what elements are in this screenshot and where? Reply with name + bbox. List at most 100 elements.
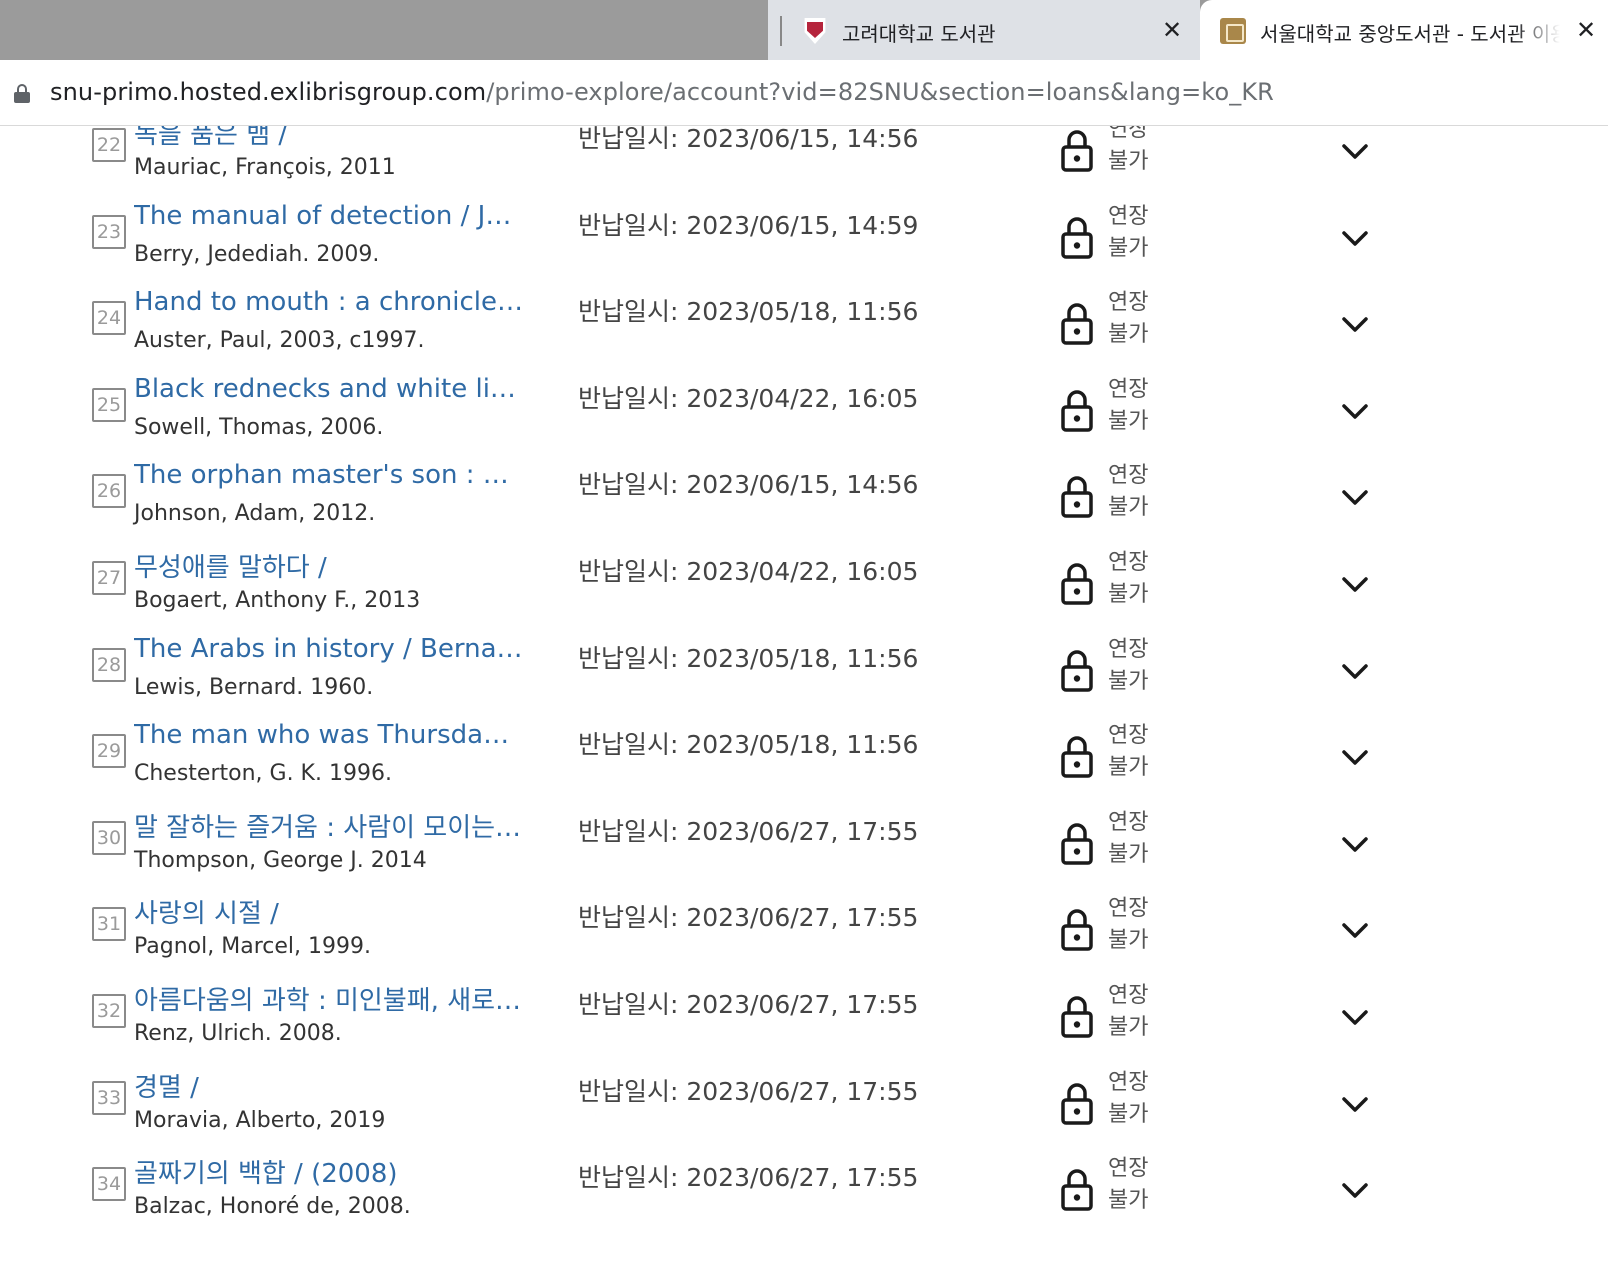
loan-due-date: 반납일시: 2023/06/27, 17:55 xyxy=(578,903,919,933)
loan-row: 23 The manual of detection / Jedediah Ber… xyxy=(0,201,1608,290)
ku-shield-icon xyxy=(804,18,826,44)
loan-title-link[interactable]: 골짜기의 백합 / (2008) xyxy=(134,1153,524,1190)
renewal-status-line1: 연장 xyxy=(1108,896,1149,922)
renewal-status-line2: 불가 xyxy=(1108,408,1149,434)
browser-tab-snu-library[interactable]: 서울대학교 중앙도서관 - 도서관 이용 ✕ xyxy=(1200,0,1608,60)
loan-title-link[interactable]: 아름다움의 과학 : 미인불패, 새로운 권력의 발견 xyxy=(134,980,524,1017)
chevron-down-icon[interactable] xyxy=(1340,1007,1370,1029)
renewal-status-line2: 불가 xyxy=(1108,582,1149,607)
chevron-down-icon[interactable] xyxy=(1340,487,1370,509)
loan-due-date: 반납일시: 2023/06/27, 17:55 xyxy=(578,1163,919,1193)
lock-icon xyxy=(1060,388,1094,432)
loan-title-link[interactable]: 녹을 품은 뱀 / xyxy=(134,126,524,151)
close-icon[interactable]: ✕ xyxy=(1162,16,1182,44)
lock-icon xyxy=(1060,301,1094,345)
loan-row: 27 무성애를 말하다 / Bogaert, Anthony F., 2013 반납일… xyxy=(0,547,1608,636)
loan-author: Pagnol, Marcel, 1999. xyxy=(134,934,371,960)
loan-author: Lewis, Bernard. 1960. xyxy=(134,674,374,700)
renewal-status: 연장 불가 xyxy=(1108,634,1158,698)
lock-icon xyxy=(1060,474,1094,519)
item-number: 32 xyxy=(92,994,126,1028)
loan-title-link[interactable]: The orphan master's son : a novel xyxy=(134,460,524,490)
loan-due-date: 반납일시: 2023/05/18, 11:56 xyxy=(578,730,919,760)
loan-due-date: 반납일시: 2023/04/22, 16:05 xyxy=(578,383,919,413)
renewal-status: 연장 불가 xyxy=(1108,720,1158,784)
renewal-status: 연장불가 xyxy=(1108,287,1158,351)
renewal-status-line2: 불가 xyxy=(1108,235,1149,261)
item-number: 26 xyxy=(92,474,126,509)
loan-author: Berry, Jedediah. 2009. xyxy=(134,241,380,267)
loan-title-link[interactable]: The man who was Thursday, a nightmare xyxy=(134,720,524,750)
renewal-status: 연장 불가 xyxy=(1108,807,1158,871)
loan-author: Chesterton, G. K. 1996. xyxy=(134,761,392,787)
chevron-down-icon[interactable] xyxy=(1340,834,1370,856)
renewal-status-line1: 연장 xyxy=(1108,1069,1149,1095)
chevron-down-icon[interactable] xyxy=(1340,314,1370,336)
secure-lock-icon[interactable] xyxy=(14,84,30,103)
loan-title-link[interactable]: The Arabs in history / Bernard Lewis. xyxy=(134,634,524,664)
renewal-status-line2: 불가 xyxy=(1108,149,1149,174)
loan-author: Balzac, Honoré de, 2008. xyxy=(134,1194,411,1220)
chevron-down-icon[interactable] xyxy=(1340,574,1370,596)
url-path: /primo-explore/account?vid=82SNU&section… xyxy=(486,78,1274,106)
renewal-status: 연장 불가 xyxy=(1108,547,1158,611)
chevron-down-icon[interactable] xyxy=(1340,920,1370,942)
loan-title-link[interactable]: Hand to mouth : a chronicle of early fai… xyxy=(134,287,524,317)
loan-row: 30말 잘하는 즐거움 : 사람이 모이는 대화법 Thompson, Georg… xyxy=(0,807,1608,896)
lock-icon xyxy=(1060,994,1094,1038)
chevron-down-icon[interactable] xyxy=(1340,661,1370,683)
loan-row: 25 Black rednecks and white liberals Sowel… xyxy=(0,374,1608,463)
tab-separator xyxy=(780,16,782,46)
renewal-status-line1: 연장 xyxy=(1108,983,1149,1008)
chevron-down-icon[interactable] xyxy=(1340,1094,1370,1116)
renewal-status-line1: 연장 xyxy=(1108,463,1149,489)
loan-due-date: 반납일시: 2023/06/27, 17:55 xyxy=(578,990,919,1019)
loan-due-date: 반납일시: 2023/06/15, 14:56 xyxy=(578,470,919,500)
loan-author: Moravia, Alberto, 2019 xyxy=(134,1107,386,1133)
chevron-down-icon[interactable] xyxy=(1340,228,1370,250)
loan-row: 28 The Arabs in history / Bernard Lewis. L… xyxy=(0,634,1608,723)
chevron-down-icon[interactable] xyxy=(1340,1180,1370,1202)
item-number: 29 xyxy=(92,734,126,769)
chevron-down-icon[interactable] xyxy=(1340,141,1370,163)
item-number: 23 xyxy=(92,214,126,249)
item-number: 33 xyxy=(92,1080,126,1115)
item-number: 27 xyxy=(92,561,126,595)
renewal-status-line2: 불가 xyxy=(1108,841,1149,867)
loan-author: Mauriac, François, 2011 xyxy=(134,155,396,180)
renewal-status-line2: 불가 xyxy=(1108,755,1149,781)
renewal-status: 연장 불가 xyxy=(1108,374,1158,438)
renewal-status-line1: 연장 xyxy=(1108,1156,1149,1182)
item-number: 22 xyxy=(92,128,126,162)
loan-title-link[interactable]: 경멸 / xyxy=(134,1067,524,1104)
loan-title-link[interactable]: 무성애를 말하다 / xyxy=(134,547,524,584)
close-icon[interactable]: ✕ xyxy=(1576,16,1596,44)
loan-row: 26 The orphan master's son : a novel Johns… xyxy=(0,460,1608,549)
browser-tab-korea-univ-library[interactable]: 고려대학교 도서관 ✕ xyxy=(768,0,1200,60)
loan-author: Sowell, Thomas, 2006. xyxy=(134,414,384,440)
loan-due-date: 반납일시: 2023/06/27, 17:55 xyxy=(578,816,919,846)
loan-title-link[interactable]: The manual of detection / Jedediah Berry… xyxy=(134,201,524,231)
renewal-status-line1: 연장 xyxy=(1108,290,1149,316)
item-number: 28 xyxy=(92,647,126,682)
chevron-down-icon[interactable] xyxy=(1340,747,1370,769)
url-text[interactable]: snu-primo.hosted.exlibrisgroup.com/primo… xyxy=(50,78,1274,106)
loan-title-link[interactable]: 사랑의 시절 / xyxy=(134,893,524,930)
lock-icon xyxy=(1060,821,1094,865)
loan-author: Bogaert, Anthony F., 2013 xyxy=(134,588,421,613)
renewal-status: 연장불가 xyxy=(1108,980,1158,1044)
item-number: 30 xyxy=(92,820,126,855)
renewal-status-line2: 불가 xyxy=(1108,1015,1149,1040)
loan-title-link[interactable]: Black rednecks and white liberals xyxy=(134,374,524,404)
loan-row: 22 녹을 품은 뱀 / Mauriac, François, 2011 반납일시: … xyxy=(0,126,1608,203)
tab-title: 고려대학교 도서관 xyxy=(842,22,996,46)
loan-author: Auster, Paul, 2003, c1997. xyxy=(134,328,425,354)
loan-due-date: 반납일시: 2023/06/15, 14:59 xyxy=(578,210,919,240)
loans-list: 22 녹을 품은 뱀 / Mauriac, François, 2011 반납일시: … xyxy=(0,126,1608,1278)
renewal-status: 연장 불가 xyxy=(1108,893,1158,957)
renewal-status-line2: 불가 xyxy=(1108,322,1149,348)
loan-due-date: 반납일시: 2023/04/22, 16:05 xyxy=(578,557,919,586)
lock-icon xyxy=(1060,734,1094,778)
chevron-down-icon[interactable] xyxy=(1340,401,1370,423)
loan-title-link[interactable]: 말 잘하는 즐거움 : 사람이 모이는 대화법 xyxy=(134,807,524,844)
